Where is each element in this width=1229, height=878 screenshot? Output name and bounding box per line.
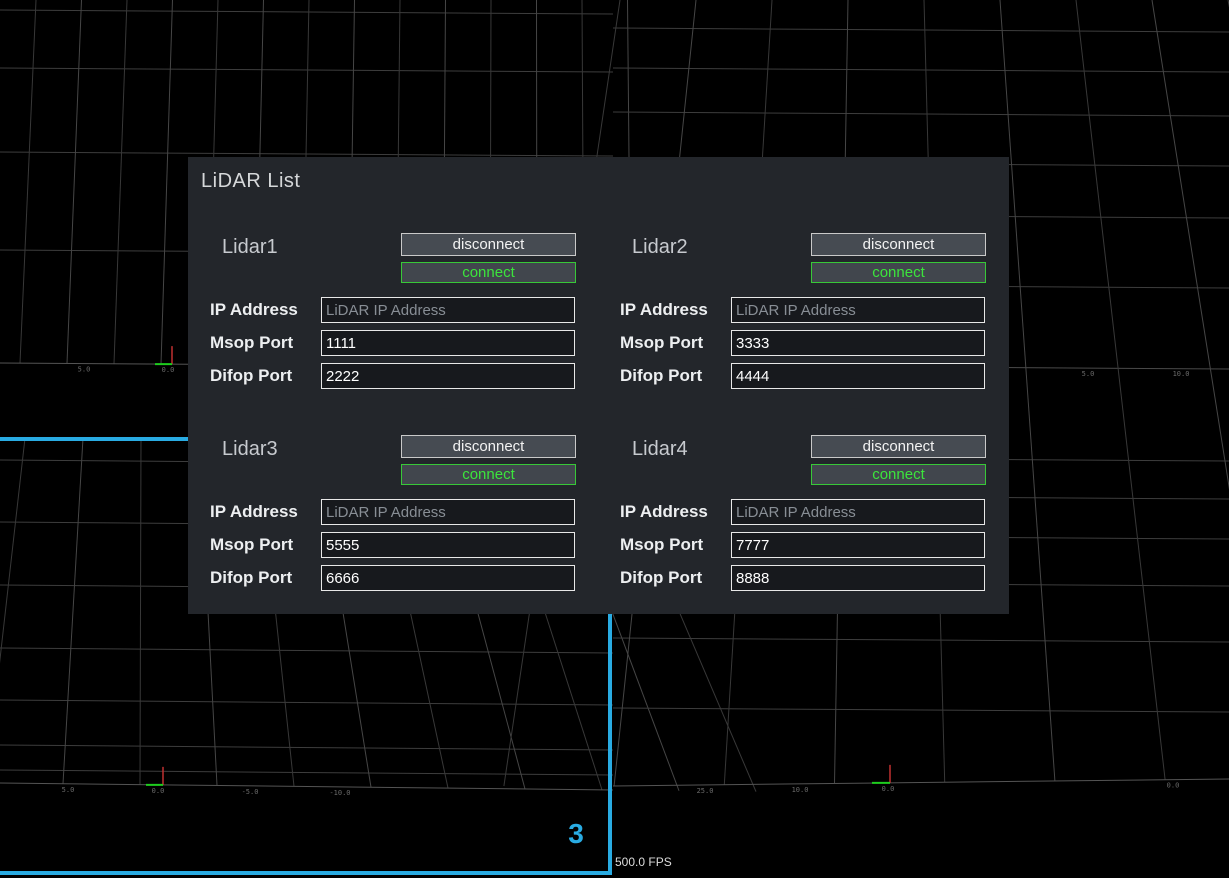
disconnect-button[interactable]: disconnect <box>401 435 576 458</box>
ip-address-input[interactable] <box>321 297 575 323</box>
disconnect-button[interactable]: disconnect <box>401 233 576 256</box>
difop-port-label: Difop Port <box>210 565 292 591</box>
lidar-group-3: Lidar3 disconnect connect IP Address Mso… <box>188 423 598 623</box>
msop-port-label: Msop Port <box>210 330 293 356</box>
lidar-list-panel: LiDAR List Lidar1 disconnect connect IP … <box>188 157 1009 614</box>
connect-button[interactable]: connect <box>811 262 986 283</box>
svg-text:25.0: 25.0 <box>697 787 714 795</box>
panel-title: LiDAR List <box>201 170 300 193</box>
lidar-name: Lidar1 <box>222 236 278 259</box>
msop-port-label: Msop Port <box>620 330 703 356</box>
viewport-3-label: 3 <box>556 818 596 850</box>
svg-text:10.0: 10.0 <box>1173 370 1190 378</box>
ip-address-input[interactable] <box>731 499 985 525</box>
difop-port-input[interactable] <box>731 565 985 591</box>
svg-text:0.0: 0.0 <box>1167 782 1180 790</box>
svg-text:10.0: 10.0 <box>792 786 809 794</box>
lidar-name: Lidar3 <box>222 438 278 461</box>
ip-address-label: IP Address <box>620 499 708 525</box>
difop-port-input[interactable] <box>731 363 985 389</box>
connect-button[interactable]: connect <box>401 262 576 283</box>
svg-text:5.0: 5.0 <box>1082 370 1095 378</box>
difop-port-label: Difop Port <box>210 363 292 389</box>
ip-address-label: IP Address <box>210 499 298 525</box>
ip-address-input[interactable] <box>321 499 575 525</box>
difop-port-input[interactable] <box>321 363 575 389</box>
difop-port-label: Difop Port <box>620 565 702 591</box>
lidar-group-1: Lidar1 disconnect connect IP Address Mso… <box>188 221 598 421</box>
connect-button[interactable]: connect <box>401 464 576 485</box>
svg-text:0.0: 0.0 <box>882 785 895 793</box>
lidar-name: Lidar2 <box>632 236 688 259</box>
msop-port-label: Msop Port <box>210 532 293 558</box>
fps-counter: 500.0 FPS <box>615 855 672 869</box>
ip-address-label: IP Address <box>620 297 708 323</box>
connect-button[interactable]: connect <box>811 464 986 485</box>
app-window: 5.00.05.00.0-5.0-10.025.010.00.00.05.010… <box>0 0 1229 878</box>
msop-port-input[interactable] <box>731 532 985 558</box>
difop-port-label: Difop Port <box>620 363 702 389</box>
svg-text:0.0: 0.0 <box>162 366 175 374</box>
lidar-group-2: Lidar2 disconnect connect IP Address Mso… <box>598 221 1008 421</box>
lidar-name: Lidar4 <box>632 438 688 461</box>
msop-port-input[interactable] <box>321 330 575 356</box>
ip-address-input[interactable] <box>731 297 985 323</box>
disconnect-button[interactable]: disconnect <box>811 435 986 458</box>
difop-port-input[interactable] <box>321 565 575 591</box>
msop-port-input[interactable] <box>731 330 985 356</box>
disconnect-button[interactable]: disconnect <box>811 233 986 256</box>
msop-port-label: Msop Port <box>620 532 703 558</box>
lidar-group-4: Lidar4 disconnect connect IP Address Mso… <box>598 423 1008 623</box>
ip-address-label: IP Address <box>210 297 298 323</box>
msop-port-input[interactable] <box>321 532 575 558</box>
svg-text:5.0: 5.0 <box>78 366 91 374</box>
